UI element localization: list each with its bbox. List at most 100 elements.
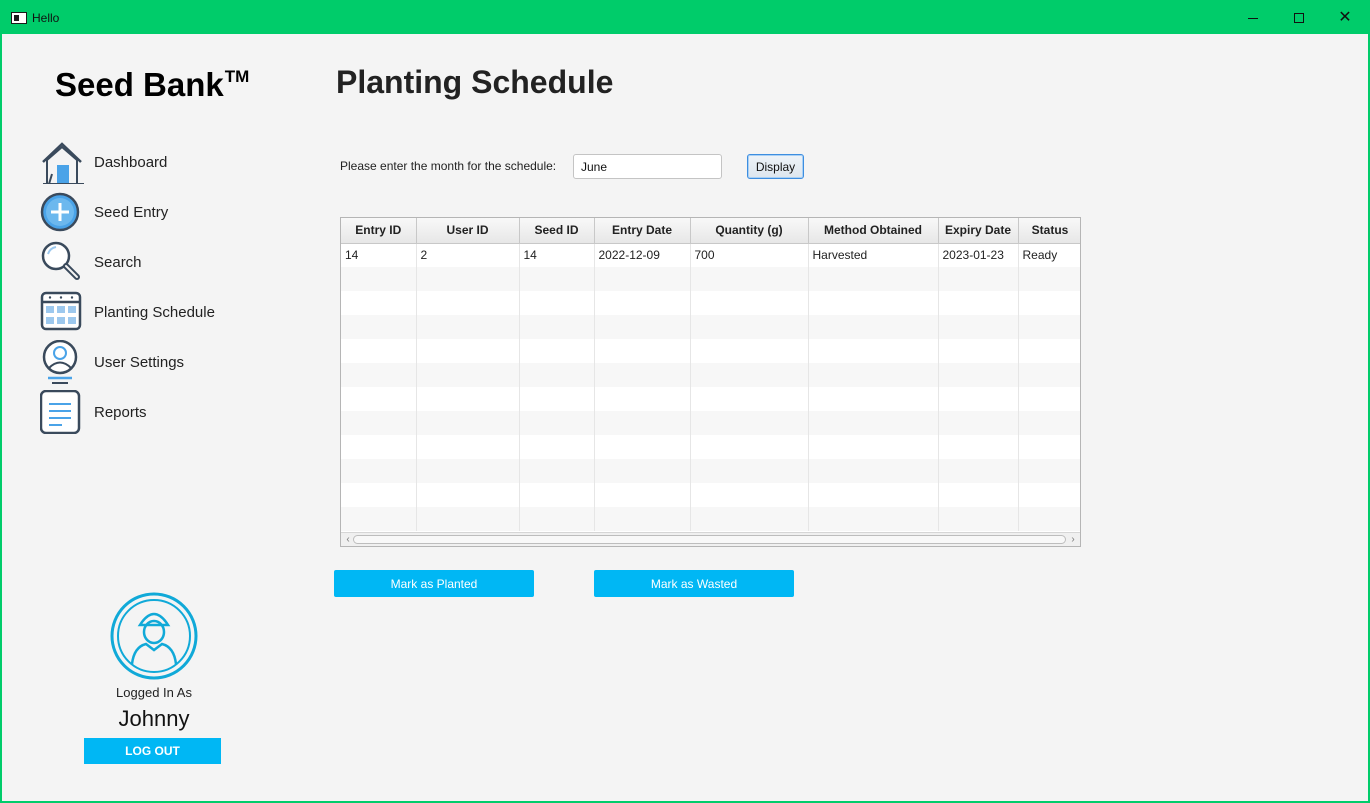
empty-table-row[interactable] bbox=[341, 411, 1080, 435]
mark-as-wasted-button[interactable]: Mark as Wasted bbox=[594, 570, 794, 597]
table-cell: 2023-01-23 bbox=[938, 243, 1019, 267]
sidebar-item-reports[interactable]: Reports bbox=[40, 390, 280, 434]
table-cell bbox=[808, 363, 939, 387]
table-cell bbox=[808, 387, 939, 411]
sidebar-item-dashboard[interactable]: Dashboard bbox=[40, 140, 280, 184]
column-header[interactable]: Method Obtained bbox=[808, 218, 939, 244]
column-header[interactable]: Expiry Date bbox=[938, 218, 1019, 244]
table-cell bbox=[938, 339, 1019, 363]
sidebar-item-label: User Settings bbox=[94, 353, 185, 371]
minimize-button[interactable] bbox=[1230, 2, 1276, 34]
empty-table-row[interactable] bbox=[341, 387, 1080, 411]
calendar-icon bbox=[40, 291, 82, 331]
column-header[interactable]: User ID bbox=[416, 218, 520, 244]
table-cell bbox=[341, 267, 417, 291]
table-cell bbox=[519, 411, 595, 435]
user-icon bbox=[42, 340, 78, 384]
scroll-right-icon[interactable]: › bbox=[1067, 533, 1079, 546]
table-cell bbox=[690, 363, 809, 387]
table-cell bbox=[519, 291, 595, 315]
empty-table-row[interactable] bbox=[341, 363, 1080, 387]
table-cell bbox=[808, 507, 939, 531]
brand-logo: Seed BankTM bbox=[55, 66, 249, 104]
column-header[interactable]: Quantity (g) bbox=[690, 218, 809, 244]
table-cell bbox=[341, 315, 417, 339]
table-cell bbox=[808, 435, 939, 459]
empty-table-row[interactable] bbox=[341, 435, 1080, 459]
sidebar-item-planting-schedule[interactable]: Planting Schedule bbox=[40, 290, 280, 334]
mark-as-planted-button[interactable]: Mark as Planted bbox=[334, 570, 534, 597]
table-cell bbox=[416, 387, 520, 411]
table-cell bbox=[416, 267, 520, 291]
empty-table-row[interactable] bbox=[341, 483, 1080, 507]
empty-table-row[interactable] bbox=[341, 507, 1080, 531]
sidebar-item-label: Reports bbox=[94, 403, 147, 421]
sidebar-item-label: Planting Schedule bbox=[94, 303, 215, 321]
table-cell: Ready bbox=[1018, 243, 1080, 267]
schedule-table[interactable]: Entry ID User ID Seed ID Entry Date Quantity… bbox=[340, 217, 1081, 547]
table-cell bbox=[416, 363, 520, 387]
table-cell bbox=[519, 315, 595, 339]
sidebar-item-label: Dashboard bbox=[94, 153, 168, 171]
table-cell bbox=[808, 291, 939, 315]
table-cell bbox=[519, 387, 595, 411]
brand-name: Seed Bank bbox=[55, 66, 224, 103]
table-cell: 2 bbox=[416, 243, 520, 267]
table-cell bbox=[594, 411, 691, 435]
table-cell bbox=[1018, 339, 1080, 363]
column-header[interactable]: Status bbox=[1018, 218, 1080, 244]
table-cell bbox=[938, 315, 1019, 339]
empty-table-row[interactable] bbox=[341, 291, 1080, 315]
sidebar-item-label: Search bbox=[94, 253, 142, 271]
table-cell: 14 bbox=[341, 243, 417, 267]
empty-table-row[interactable] bbox=[341, 339, 1080, 363]
table-row[interactable]: 14 2 14 2022-12-09 700 Harvested 2023-01-23 Rea… bbox=[341, 243, 1080, 267]
brand-trademark: TM bbox=[224, 67, 250, 86]
table-cell bbox=[1018, 411, 1080, 435]
table-cell bbox=[938, 387, 1019, 411]
sidebar-item-user-settings[interactable]: User Settings bbox=[40, 340, 280, 384]
scrollbar-thumb[interactable] bbox=[353, 535, 1066, 544]
table-cell bbox=[938, 363, 1019, 387]
empty-table-row[interactable] bbox=[341, 267, 1080, 291]
empty-table-row[interactable] bbox=[341, 459, 1080, 483]
table-cell bbox=[938, 507, 1019, 531]
column-header[interactable]: Seed ID bbox=[519, 218, 595, 244]
table-cell bbox=[808, 459, 939, 483]
table-cell bbox=[1018, 315, 1080, 339]
table-cell bbox=[1018, 363, 1080, 387]
table-cell bbox=[690, 267, 809, 291]
table-cell bbox=[519, 459, 595, 483]
app-window: Hello ✕ Seed BankTM Dashboard Seed Entry… bbox=[0, 0, 1370, 803]
table-cell bbox=[690, 507, 809, 531]
table-cell bbox=[938, 435, 1019, 459]
empty-table-row[interactable] bbox=[341, 315, 1080, 339]
table-cell bbox=[690, 291, 809, 315]
table-cell bbox=[341, 339, 417, 363]
table-cell bbox=[519, 363, 595, 387]
table-cell bbox=[519, 339, 595, 363]
column-header[interactable]: Entry Date bbox=[594, 218, 691, 244]
column-header[interactable]: Entry ID bbox=[341, 218, 417, 244]
table-cell bbox=[341, 507, 417, 531]
display-button[interactable]: Display bbox=[747, 154, 804, 179]
close-button[interactable]: ✕ bbox=[1322, 2, 1368, 34]
table-cell bbox=[808, 411, 939, 435]
maximize-button[interactable] bbox=[1276, 2, 1322, 34]
username: Johnny bbox=[118, 706, 190, 731]
title-bar[interactable]: Hello ✕ bbox=[2, 2, 1368, 34]
logged-in-label: Logged In As bbox=[116, 685, 192, 700]
magnifier-icon bbox=[41, 241, 80, 280]
table-cell bbox=[519, 507, 595, 531]
sidebar-item-search[interactable]: Search bbox=[40, 240, 280, 284]
table-cell bbox=[594, 387, 691, 411]
user-avatar-icon bbox=[110, 592, 198, 680]
logout-button[interactable]: LOG OUT bbox=[84, 738, 221, 764]
table-cell bbox=[416, 291, 520, 315]
table-cell bbox=[416, 507, 520, 531]
month-input[interactable] bbox=[573, 154, 722, 179]
table-cell: 2022-12-09 bbox=[594, 243, 691, 267]
sidebar-item-seed-entry[interactable]: Seed Entry bbox=[40, 190, 280, 234]
horizontal-scrollbar[interactable]: ‹ › bbox=[341, 532, 1080, 546]
table-cell bbox=[594, 267, 691, 291]
